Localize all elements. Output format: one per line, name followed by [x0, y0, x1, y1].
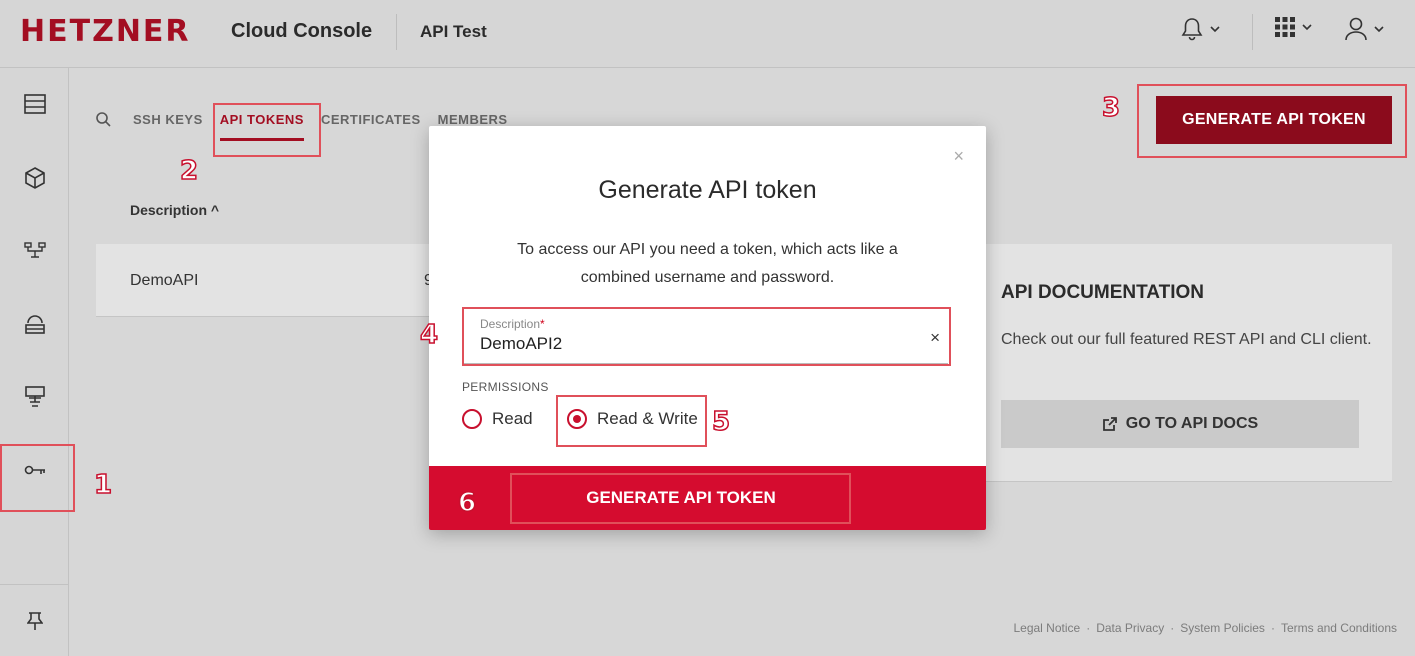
console-title[interactable]: Cloud Console: [231, 20, 372, 43]
sidebar-item-networks[interactable]: [0, 224, 69, 276]
close-icon[interactable]: ×: [953, 146, 964, 167]
networks-icon: [23, 242, 46, 258]
chevron-down-icon: [1302, 24, 1312, 31]
search-icon[interactable]: [96, 112, 111, 127]
annotation-number: 4: [419, 319, 439, 351]
chevron-down-icon: [1374, 26, 1384, 33]
annotation-box: [0, 444, 75, 512]
footer-links: Legal Notice · Data Privacy · System Pol…: [1013, 621, 1397, 635]
api-docs-text: Check out our full featured REST API and…: [1001, 331, 1372, 348]
header-divider: [1252, 14, 1253, 50]
user-icon: [1345, 17, 1367, 41]
dialog-description: To access our API you need a token, whic…: [517, 241, 898, 286]
annotation-number: 2: [179, 155, 199, 187]
sidebar-item-load-balancers[interactable]: [0, 298, 69, 350]
go-to-api-docs-button[interactable]: GO TO API DOCS: [1001, 400, 1359, 448]
annotation-number: 3: [1101, 92, 1121, 124]
annotation-box: [556, 395, 707, 447]
permissions-label: PERMISSIONS: [462, 380, 549, 394]
apps-menu-button[interactable]: [1274, 16, 1312, 38]
grid-icon: [1275, 17, 1295, 37]
dialog-title: Generate API token: [598, 176, 817, 204]
external-link-icon: [1102, 417, 1117, 431]
bell-icon: [1181, 18, 1203, 41]
annotation-box: [462, 307, 951, 366]
tab-ssh-keys[interactable]: SSH KEYS: [133, 112, 203, 127]
sidebar-item-firewalls[interactable]: [0, 371, 69, 423]
go-to-api-docs-label: GO TO API DOCS: [1125, 415, 1259, 432]
permission-read-radio[interactable]: Read: [462, 409, 533, 429]
sidebar-divider: [0, 584, 69, 585]
annotation-box: [1137, 84, 1407, 158]
sidebar: [0, 68, 69, 656]
header-divider: [396, 14, 397, 50]
footer-separator: ·: [1170, 621, 1175, 635]
top-header: HETZNER Cloud Console API Test: [0, 0, 1415, 68]
table-row[interactable]: DemoAPI 9: [96, 244, 436, 317]
footer-terms[interactable]: Terms and Conditions: [1281, 621, 1397, 635]
sidebar-item-volumes[interactable]: [0, 152, 69, 204]
token-description: DemoAPI: [130, 272, 199, 289]
permission-read-label: Read: [492, 409, 533, 428]
user-menu-button[interactable]: [1344, 16, 1384, 42]
hetzner-logo[interactable]: HETZNER: [20, 14, 191, 49]
footer-separator: ·: [1270, 621, 1275, 635]
firewalls-icon: [24, 386, 45, 407]
annotation-number: 6: [457, 487, 477, 519]
annotation-number: 1: [93, 469, 113, 501]
load-balancers-icon: [24, 315, 45, 334]
tab-members[interactable]: MEMBERS: [438, 112, 508, 127]
sidebar-item-servers[interactable]: [0, 78, 69, 130]
servers-icon: [23, 94, 46, 114]
footer-separator: ·: [1086, 621, 1091, 635]
api-docs-card: API DOCUMENTATION Check out our full fea…: [980, 244, 1392, 482]
project-name[interactable]: API Test: [420, 22, 487, 42]
column-header-description[interactable]: Description ^: [130, 202, 219, 218]
volumes-icon: [24, 167, 45, 189]
chevron-down-icon: [1210, 26, 1220, 33]
annotation-number: 5: [711, 406, 731, 438]
radio-unchecked-icon: [462, 409, 482, 429]
footer-system-policies[interactable]: System Policies: [1180, 621, 1265, 635]
tab-certificates[interactable]: CERTIFICATES: [321, 112, 421, 127]
footer-legal-notice[interactable]: Legal Notice: [1013, 621, 1080, 635]
annotation-box: [510, 473, 851, 524]
api-docs-title: API DOCUMENTATION: [1001, 282, 1205, 303]
sidebar-pin-button[interactable]: [0, 595, 69, 647]
notifications-button[interactable]: [1180, 16, 1220, 42]
pin-icon: [26, 612, 43, 630]
annotation-box: [213, 103, 321, 157]
footer-data-privacy[interactable]: Data Privacy: [1096, 621, 1164, 635]
